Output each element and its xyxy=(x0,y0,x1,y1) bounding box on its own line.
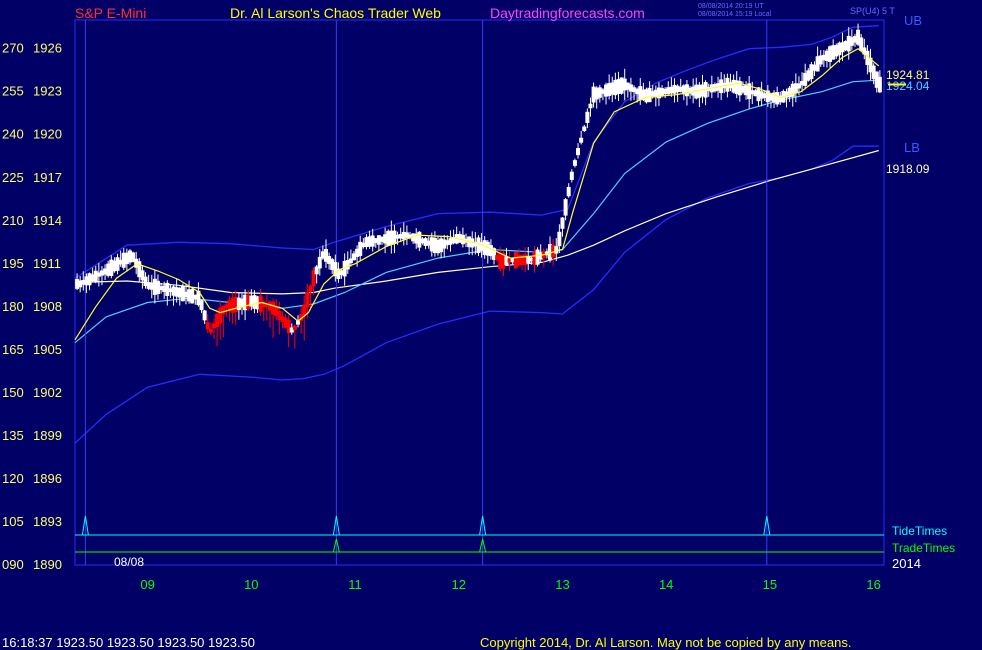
x-tick-label: 14 xyxy=(659,577,673,592)
site-title: Dr. Al Larson's Chaos Trader Web xyxy=(230,5,441,21)
y-tick-osc-label: 270 xyxy=(2,41,24,56)
y-tick-osc-label: 225 xyxy=(2,170,24,185)
trade-times-label: TradeTimes xyxy=(892,541,955,555)
last-quote: 16:18:37 1923.50 1923.50 1923.50 1923.50 xyxy=(2,635,255,650)
instrument-label: S&P E-Mini xyxy=(75,5,146,21)
upper-band-label: UB xyxy=(904,13,922,28)
candle-body xyxy=(208,329,213,333)
candle-body xyxy=(308,285,313,293)
y-tick-osc-label: 165 xyxy=(2,342,24,357)
candle-body xyxy=(566,186,571,197)
y-tick-price-label: 1920 xyxy=(33,127,62,142)
x-tick-label: 11 xyxy=(348,577,362,592)
date-label: 08/08 xyxy=(114,555,144,569)
y-tick-price-label: 1926 xyxy=(33,41,62,56)
candle-body xyxy=(560,217,565,229)
slow-average-value: 1918.09 xyxy=(886,162,930,176)
lower-band-label: LB xyxy=(904,140,920,155)
y-tick-osc-label: 150 xyxy=(2,385,24,400)
y-tick-price-label: 1917 xyxy=(33,170,62,185)
candle-body xyxy=(557,231,562,247)
x-tick-label: 16 xyxy=(866,577,880,592)
candle-body xyxy=(205,322,210,330)
candle-body xyxy=(572,160,577,166)
site-url: Daytradingforecasts.com xyxy=(490,5,645,21)
mid-average-value: 1924.04 xyxy=(886,79,930,93)
chart-canvas: 270 1926 255 1923 240 1920 225 1917 210 1914 195 19… xyxy=(0,0,982,650)
candle-body xyxy=(292,325,297,330)
y-tick-price-label: 1908 xyxy=(33,299,62,314)
candle-body xyxy=(585,111,590,123)
tide-times-label: TideTimes xyxy=(892,524,947,538)
candle-body xyxy=(199,300,204,311)
y-tick-osc-label: 255 xyxy=(2,84,24,99)
candle-body xyxy=(202,310,207,321)
candle-body xyxy=(317,256,322,269)
y-tick-price-label: 1896 xyxy=(33,471,62,486)
y-tick-osc-label: 180 xyxy=(2,299,24,314)
y-tick-price-label: 1905 xyxy=(33,342,62,357)
candle-body xyxy=(576,148,581,156)
y-tick-osc-label: 090 xyxy=(2,557,24,572)
y-tick-osc-label: 210 xyxy=(2,213,24,228)
x-tick-label: 15 xyxy=(763,577,777,592)
y-tick-osc-label: 105 xyxy=(2,514,24,529)
candle-body xyxy=(305,291,310,308)
timestamp-local: 08/08/2014 15:19 Local xyxy=(698,11,772,18)
y-tick-price-label: 1893 xyxy=(33,514,62,529)
x-tick-label: 10 xyxy=(244,577,258,592)
symbol-code: SP(U4) 5 T xyxy=(850,6,895,16)
y-tick-price-label: 1899 xyxy=(33,428,62,443)
candle-body xyxy=(554,246,559,254)
y-tick-osc-label: 135 xyxy=(2,428,24,443)
y-tick-price-label: 1911 xyxy=(33,256,61,271)
y-tick-osc-label: 195 xyxy=(2,256,24,271)
x-tick-label: 12 xyxy=(452,577,466,592)
candle-body xyxy=(582,126,587,132)
y-tick-osc-label: 240 xyxy=(2,127,24,142)
x-tick-label: 09 xyxy=(140,577,154,592)
candle-body xyxy=(563,199,568,216)
y-tick-osc-label: 120 xyxy=(2,471,24,486)
candle-body xyxy=(877,76,882,93)
candle-body xyxy=(579,137,584,143)
y-tick-price-label: 1923 xyxy=(33,84,62,99)
y-tick-price-label: 1902 xyxy=(33,385,62,400)
candle-body xyxy=(569,171,574,180)
y-tick-price-label: 1890 xyxy=(33,557,62,572)
year-label: 2014 xyxy=(892,556,921,571)
x-tick-label: 13 xyxy=(555,577,569,592)
timestamp-ut: 08/08/2014 20:19 UT xyxy=(698,3,764,10)
y-tick-price-label: 1914 xyxy=(33,213,62,228)
candle-body xyxy=(588,103,593,109)
copyright: Copyright 2014, Dr. Al Larson. May not b… xyxy=(480,635,851,650)
